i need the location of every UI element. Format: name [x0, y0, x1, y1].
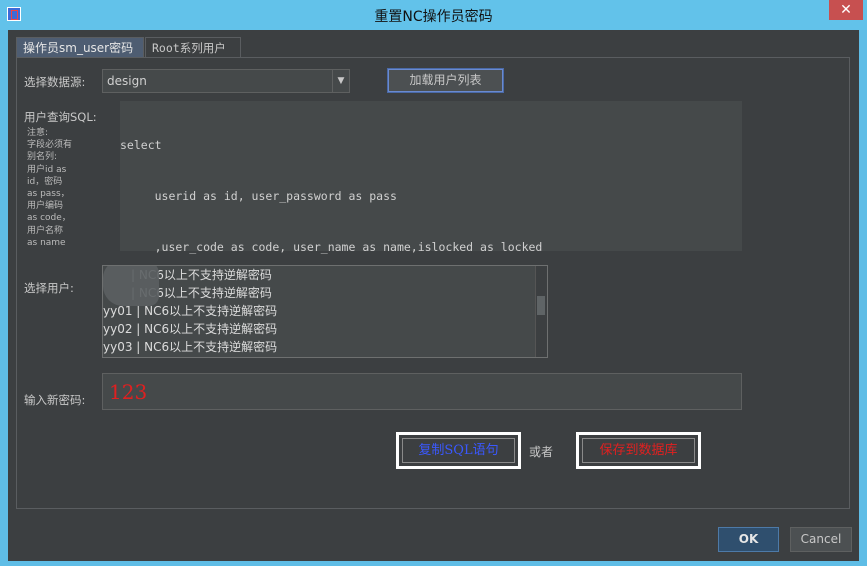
chevron-down-icon[interactable]: ▼ [332, 70, 349, 92]
list-item[interactable]: yy02 | NC6以上不支持逆解密码 [103, 320, 547, 338]
datasource-value: design [107, 74, 147, 88]
list-item[interactable]: yy03 | NC6以上不支持逆解密码 [103, 338, 547, 356]
dialog-body: 操作员sm_user密码 Root系列用户 选择数据源: design ▼ 加载… [8, 30, 859, 561]
window-title: 重置NC操作员密码 [374, 9, 493, 25]
tab-sm-user[interactable]: 操作员sm_user密码 [16, 37, 144, 58]
save-to-db-button[interactable]: 保存到数据库 [576, 432, 701, 469]
sql-hint: 注意: 字段必须有 别名列: 用户id as id，密码 as pass， 用户… [27, 128, 73, 248]
password-label: 输入新密码: [24, 393, 86, 407]
list-item[interactable]: | NC6以上不支持逆解密码 [103, 266, 547, 284]
scrollbar-thumb[interactable] [537, 296, 545, 315]
list-item[interactable]: yy01 | NC6以上不支持逆解密码 [103, 302, 547, 320]
copy-sql-button[interactable]: 复制SQL语句 [396, 432, 521, 469]
password-value: 123 [109, 380, 148, 404]
redaction-blur [103, 266, 159, 306]
sql-line: select [120, 138, 162, 152]
cancel-button[interactable]: Cancel [790, 527, 852, 552]
title-bar: 重置NC操作员密码 ✕ [0, 0, 867, 30]
load-users-button[interactable]: 加载用户列表 [388, 69, 503, 92]
ok-button[interactable]: OK [718, 527, 779, 552]
sql-line: userid as id, user_password as pass [120, 189, 397, 203]
tab-panel: 选择数据源: design ▼ 加载用户列表 用户查询SQL: 注意: 字段必须… [16, 57, 850, 509]
datasource-select[interactable]: design ▼ [102, 69, 350, 93]
sql-editor[interactable]: select userid as id, user_password as pa… [120, 101, 742, 356]
user-list[interactable]: | NC6以上不支持逆解密码 | NC6以上不支持逆解密码 yy01 | NC6… [102, 265, 548, 358]
users-label: 选择用户: [24, 281, 74, 295]
close-button[interactable]: ✕ [829, 0, 863, 20]
list-scrollbar[interactable] [535, 266, 547, 357]
list-item[interactable]: | NC6以上不支持逆解密码 [103, 284, 547, 302]
new-password-input[interactable]: 123 [102, 373, 742, 410]
datasource-label: 选择数据源: [24, 75, 86, 89]
or-text: 或者 [529, 445, 554, 459]
tab-root-users[interactable]: Root系列用户 [145, 37, 241, 58]
sql-label: 用户查询SQL: [24, 110, 97, 124]
sql-line: ,user_code as code, user_name as name,is… [120, 240, 543, 254]
